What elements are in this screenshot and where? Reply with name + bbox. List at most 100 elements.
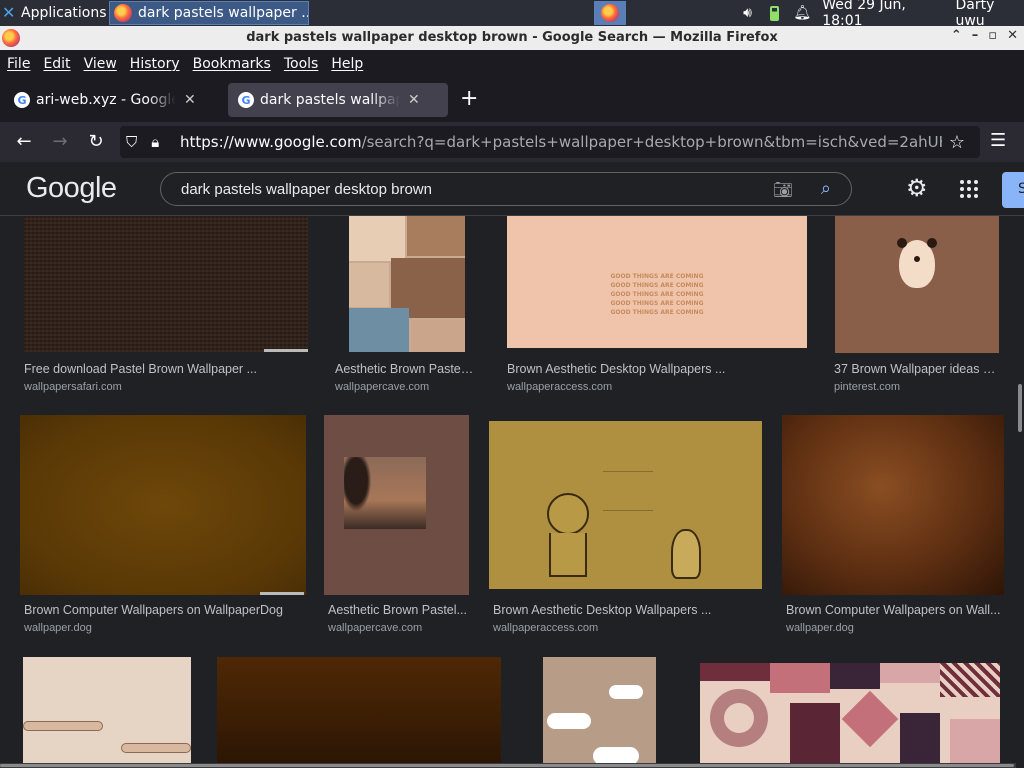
result-source[interactable]: wallpapercave.com bbox=[335, 381, 475, 393]
result-thumbnail[interactable] bbox=[24, 216, 308, 352]
menu-tools[interactable]: Tools bbox=[284, 56, 319, 72]
lock-icon[interactable]: 🔒︎ bbox=[151, 133, 159, 151]
tab-bar: G ari-web.xyz - Google Search ✕ G dark p… bbox=[0, 78, 1024, 122]
user-name[interactable]: Darty uwu bbox=[955, 0, 1024, 29]
menu-help[interactable]: Help bbox=[331, 56, 363, 72]
result-title[interactable]: Brown Computer Wallpapers on WallpaperDo… bbox=[24, 603, 306, 617]
clock[interactable]: Wed 29 Jun, 18:01 bbox=[822, 0, 943, 29]
url-text[interactable]: https://www.google.com/search?q=dark+pas… bbox=[180, 133, 942, 151]
result-source[interactable]: wallpaperaccess.com bbox=[507, 381, 807, 393]
applications-menu[interactable]: ✕ Applications bbox=[2, 3, 107, 23]
notification-bell-icon[interactable]: 🔔︎ bbox=[793, 5, 811, 21]
image-result[interactable]: Aesthetic Brown Pastel ... wallpapercave… bbox=[335, 216, 475, 396]
taskbar-window-button[interactable]: dark pastels wallpaper ... bbox=[109, 1, 309, 25]
result-thumbnail[interactable] bbox=[782, 415, 1004, 595]
result-thumbnail[interactable] bbox=[217, 657, 501, 768]
url-host: https://www.google.com bbox=[180, 133, 362, 151]
google-logo[interactable]: Google bbox=[26, 172, 117, 205]
menu-edit[interactable]: Edit bbox=[43, 56, 70, 72]
result-thumbnail[interactable] bbox=[23, 657, 191, 768]
result-title[interactable]: 37 Brown Wallpaper ideas | ... bbox=[834, 362, 998, 376]
thumbnail-text: GOOD THINGS ARE COMING GOOD THINGS ARE CO… bbox=[610, 273, 704, 316]
bookmark-star-icon[interactable]: ☆ bbox=[942, 132, 972, 153]
firefox-icon bbox=[114, 4, 132, 22]
image-result[interactable]: GOOD THINGS ARE COMING GOOD THINGS ARE CO… bbox=[507, 216, 807, 396]
result-thumbnail[interactable] bbox=[489, 421, 762, 589]
image-result[interactable]: Free download Pastel Brown Wallpaper ...… bbox=[24, 216, 308, 396]
result-source[interactable]: wallpapercave.com bbox=[328, 622, 469, 634]
forward-arrow-icon[interactable]: → bbox=[48, 130, 72, 154]
result-title[interactable]: Brown Aesthetic Desktop Wallpapers ... bbox=[507, 362, 807, 376]
result-thumbnail[interactable] bbox=[324, 415, 469, 595]
image-result[interactable] bbox=[23, 657, 191, 768]
menu-file[interactable]: File bbox=[7, 56, 30, 72]
gear-icon[interactable]: ⚙ bbox=[906, 176, 928, 200]
window-titlebar: dark pastels wallpaper desktop brown - G… bbox=[0, 26, 1024, 50]
url-path: /search?q=dark+pastels+wallpaper+desktop… bbox=[361, 133, 942, 151]
reload-icon[interactable]: ↻ bbox=[84, 130, 108, 154]
image-result[interactable]: Brown Computer Wallpapers on WallpaperDo… bbox=[20, 415, 306, 639]
maximize-window-icon[interactable]: ▫ bbox=[988, 28, 997, 43]
result-source[interactable]: wallpaper.dog bbox=[24, 622, 306, 634]
navigation-toolbar: ← → ↻ ⛉ 🔒︎ https://www.google.com/search… bbox=[0, 122, 1024, 162]
result-thumbnail[interactable] bbox=[700, 663, 1000, 768]
back-arrow-icon[interactable]: ← bbox=[12, 130, 36, 154]
taskbar-window-label: dark pastels wallpaper ... bbox=[138, 5, 308, 21]
tab-label: dark pastels wallpaper desktop brown - G… bbox=[260, 92, 400, 108]
google-favicon-icon: G bbox=[14, 92, 30, 108]
close-tab-icon[interactable]: ✕ bbox=[408, 92, 420, 108]
window-controls: ⌃ – ▫ ✕ bbox=[951, 28, 1018, 43]
result-title[interactable]: Aesthetic Brown Pastel... bbox=[328, 603, 469, 617]
result-title[interactable]: Brown Computer Wallpapers on Wall... bbox=[786, 603, 1004, 617]
search-input[interactable] bbox=[181, 180, 761, 198]
camera-search-icon[interactable]: 📷︎ bbox=[773, 180, 793, 199]
volume-icon[interactable]: 🔊︎ bbox=[740, 5, 755, 21]
result-thumbnail[interactable] bbox=[20, 415, 306, 595]
tab-dark-pastels[interactable]: G dark pastels wallpaper desktop brown -… bbox=[228, 83, 448, 117]
result-title[interactable]: Free download Pastel Brown Wallpaper ... bbox=[24, 362, 308, 376]
snoopy-figure bbox=[671, 529, 701, 579]
url-bar[interactable]: ⛉ 🔒︎ https://www.google.com/search?q=dar… bbox=[120, 126, 980, 158]
image-result[interactable] bbox=[217, 657, 501, 768]
image-result[interactable] bbox=[700, 663, 1000, 768]
firefox-launcher[interactable] bbox=[594, 1, 626, 25]
xfce-logo-icon: ✕ bbox=[2, 3, 16, 22]
result-thumbnail[interactable]: GOOD THINGS ARE COMING GOOD THINGS ARE CO… bbox=[507, 216, 807, 348]
image-result[interactable]: Brown Computer Wallpapers on Wall... wal… bbox=[782, 415, 1004, 639]
search-icon[interactable]: ⌕ bbox=[821, 178, 831, 199]
menu-bookmarks[interactable]: Bookmarks bbox=[193, 56, 271, 72]
sign-in-button[interactable]: S bbox=[1002, 172, 1024, 208]
horizontal-scrollbar[interactable] bbox=[0, 763, 1016, 768]
minimize-window-icon[interactable]: – bbox=[972, 28, 979, 43]
applications-label: Applications bbox=[21, 5, 107, 21]
google-header: Google 📷︎ ⌕ ⚙ S bbox=[0, 162, 1024, 216]
result-thumbnail[interactable] bbox=[349, 216, 465, 352]
window-title: dark pastels wallpaper desktop brown - G… bbox=[246, 30, 778, 45]
vertical-scrollbar[interactable] bbox=[1018, 384, 1022, 432]
close-window-icon[interactable]: ✕ bbox=[1007, 28, 1018, 43]
firefox-launcher-icon bbox=[601, 4, 619, 22]
menu-view[interactable]: View bbox=[84, 56, 117, 72]
result-source[interactable]: pinterest.com bbox=[834, 381, 998, 393]
tab-ari-web[interactable]: G ari-web.xyz - Google Search ✕ bbox=[4, 83, 222, 117]
tracking-shield-icon[interactable]: ⛉ bbox=[126, 133, 137, 151]
result-source[interactable]: wallpapersafari.com bbox=[24, 381, 308, 393]
close-tab-icon[interactable]: ✕ bbox=[184, 92, 196, 108]
result-source[interactable]: wallpaperaccess.com bbox=[493, 622, 763, 634]
battery-icon[interactable] bbox=[767, 5, 782, 21]
image-results-grid: Free download Pastel Brown Wallpaper ...… bbox=[0, 216, 1024, 768]
apps-grid-icon[interactable] bbox=[960, 180, 978, 198]
result-title[interactable]: Brown Aesthetic Desktop Wallpapers ... bbox=[493, 603, 763, 617]
result-thumbnail[interactable] bbox=[543, 657, 656, 768]
result-title[interactable]: Aesthetic Brown Pastel ... bbox=[335, 362, 475, 376]
collapse-window-icon[interactable]: ⌃ bbox=[951, 28, 962, 43]
image-result[interactable]: Brown Aesthetic Desktop Wallpapers ... w… bbox=[489, 415, 763, 639]
new-tab-plus-icon[interactable]: + bbox=[460, 88, 478, 110]
result-source[interactable]: wallpaper.dog bbox=[786, 622, 1004, 634]
result-thumbnail[interactable] bbox=[835, 216, 999, 353]
image-result[interactable]: Aesthetic Brown Pastel... wallpapercave.… bbox=[324, 415, 469, 639]
image-result[interactable]: 37 Brown Wallpaper ideas | ... pinterest… bbox=[834, 216, 1004, 396]
menu-history[interactable]: History bbox=[130, 56, 180, 72]
image-result[interactable] bbox=[543, 657, 656, 768]
hamburger-menu-icon[interactable]: ☰ bbox=[990, 130, 1006, 151]
